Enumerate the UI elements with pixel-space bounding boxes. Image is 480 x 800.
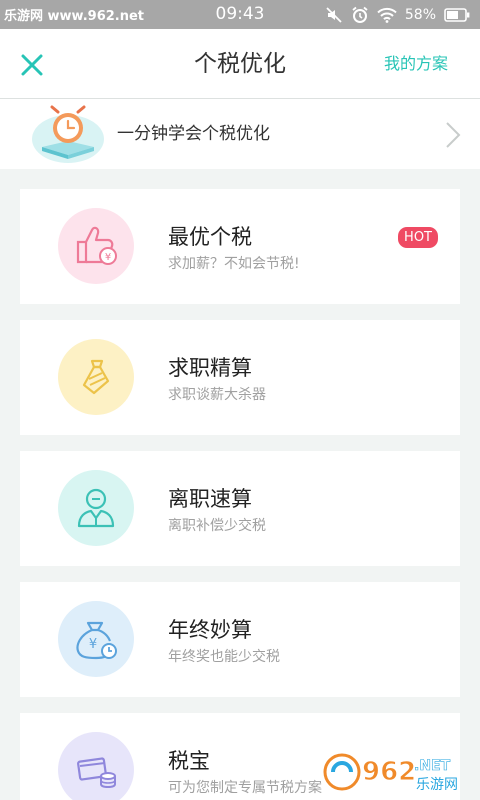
card-icon-circle: ¥ (58, 208, 134, 284)
battery-percent: 58% (404, 6, 436, 23)
card-icon-circle (58, 470, 134, 546)
card-icon-circle (58, 732, 134, 800)
card-icon-circle (58, 339, 134, 415)
tutorial-banner[interactable]: 一分钟学会个税优化 (0, 99, 480, 169)
status-bar: 乐游网 www.962.net 09:43 58% (0, 0, 480, 29)
battery-icon (444, 7, 470, 22)
money-bag-icon: ¥ (76, 621, 117, 660)
status-icons: 58% (325, 0, 470, 29)
card-subtitle: 求加薪？不如会节税! (168, 256, 300, 272)
card-title: 求职精算 (168, 356, 252, 380)
card-icon-circle: ¥ (58, 601, 134, 677)
svg-text:¥: ¥ (105, 252, 111, 263)
card-best-tax[interactable]: ¥ 最优个税 求加薪？不如会节税! HOT (20, 189, 460, 304)
card-subtitle: 可为您制定专属节税方案 (168, 780, 322, 796)
my-plan-link[interactable]: 我的方案 (384, 29, 448, 99)
card-subtitle: 年终奖也能少交税 (168, 649, 280, 665)
mute-icon (326, 6, 342, 23)
tie-icon (82, 359, 110, 395)
svg-text:¥: ¥ (89, 637, 97, 652)
nav-bar: 个税优化 我的方案 (0, 29, 480, 99)
person-icon (77, 488, 115, 528)
watermark-suffix: .NET (414, 758, 451, 774)
watermark-number: 962 (362, 757, 416, 787)
wallet-icon (77, 757, 116, 789)
card-title: 离职速算 (168, 487, 252, 511)
hot-badge: HOT (398, 227, 438, 248)
card-year-end-calc[interactable]: ¥ 年终妙算 年终奖也能少交税 (20, 582, 460, 697)
card-subtitle: 求职谈薪大杀器 (168, 387, 266, 403)
card-subtitle: 离职补偿少交税 (168, 518, 266, 534)
alarm-clock-book-icon (32, 105, 104, 163)
card-title: 最优个税 (168, 225, 252, 249)
alarm-icon (352, 6, 368, 23)
close-icon[interactable] (18, 51, 46, 79)
site-watermark-logo: 962 .NET 乐游网 (323, 753, 458, 793)
card-resign-calc[interactable]: 离职速算 离职补偿少交税 (20, 451, 460, 566)
banner-text: 一分钟学会个税优化 (117, 124, 270, 144)
card-job-calc[interactable]: 求职精算 求职谈薪大杀器 (20, 320, 460, 435)
watermark-label: 乐游网 (416, 777, 458, 793)
chevron-right-icon (446, 122, 461, 148)
thumbs-up-icon: ¥ (76, 226, 117, 265)
card-title: 年终妙算 (168, 618, 252, 642)
wifi-icon (377, 7, 397, 23)
card-title: 税宝 (168, 749, 210, 773)
